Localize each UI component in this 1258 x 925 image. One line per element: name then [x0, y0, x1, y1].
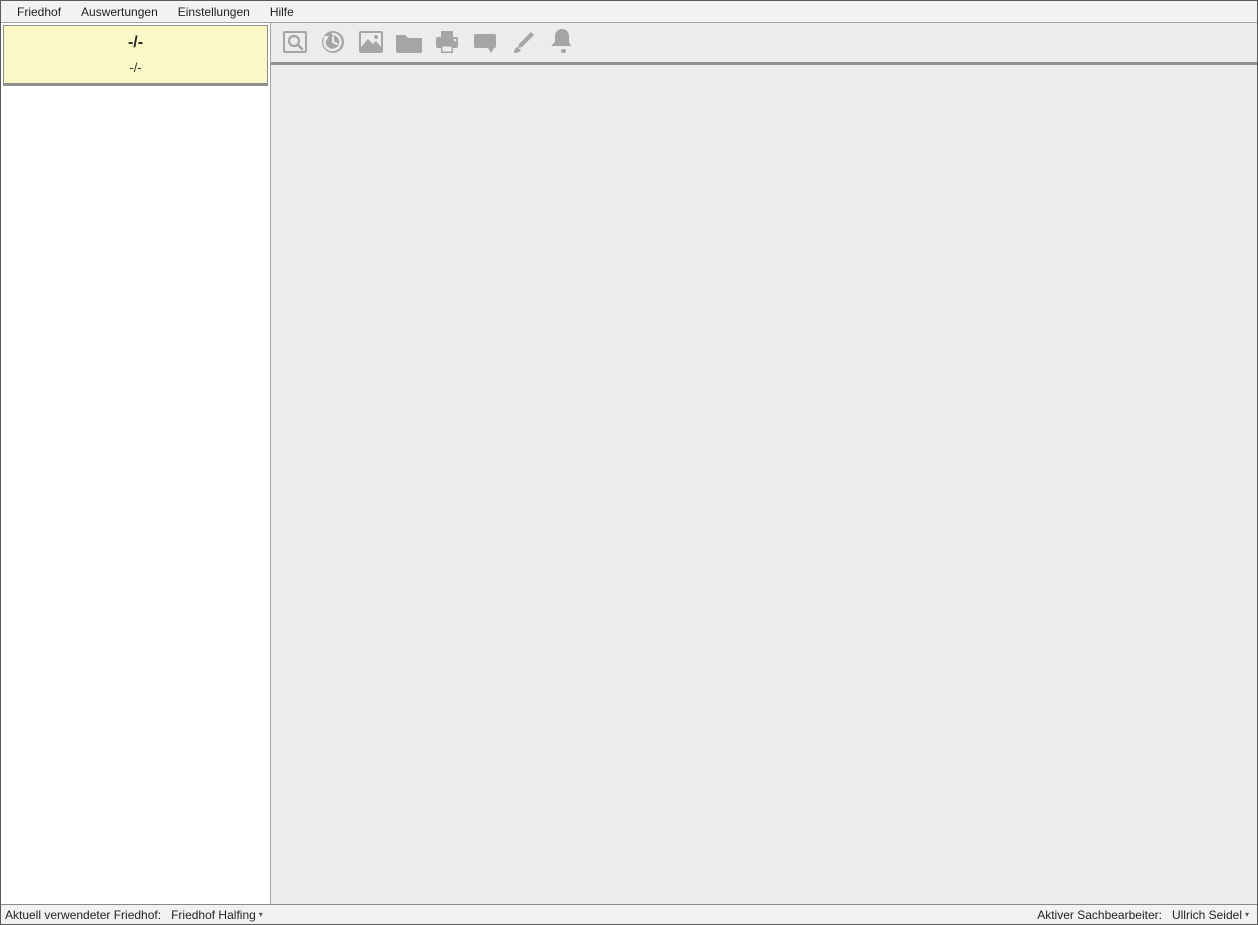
menu-bar: Friedhof Auswertungen Einstellungen Hilf… [1, 1, 1257, 23]
bell-icon [547, 29, 575, 55]
image-icon [357, 29, 385, 55]
toolbar-tag[interactable] [469, 27, 501, 57]
brush-icon [509, 29, 537, 55]
app-window: Friedhof Auswertungen Einstellungen Hilf… [0, 0, 1258, 925]
toolbar-refresh[interactable] [317, 27, 349, 57]
toolbar-folder[interactable] [393, 27, 425, 57]
status-bar: Aktuell verwendeter Friedhof: Friedhof H… [1, 904, 1257, 924]
status-friedhof-value: Friedhof Halfing [171, 908, 256, 922]
status-right: Aktiver Sachbearbeiter: Ullrich Seidel ▾ [1037, 908, 1253, 922]
main-body: -/- -/- [1, 23, 1257, 904]
refresh-clock-icon [319, 29, 347, 55]
status-friedhof-label: Aktuell verwendeter Friedhof: [5, 908, 161, 922]
info-card-line1: -/- [4, 34, 267, 52]
folder-icon [394, 29, 424, 55]
toolbar-zoom-image[interactable] [279, 27, 311, 57]
toolbar [271, 23, 1257, 65]
toolbar-brush[interactable] [507, 27, 539, 57]
menu-einstellungen[interactable]: Einstellungen [168, 2, 260, 22]
print-icon [433, 29, 461, 55]
tag-icon [471, 29, 499, 55]
right-panel [271, 23, 1257, 904]
item-list[interactable] [3, 84, 268, 904]
status-friedhof-dropdown[interactable]: Friedhof Halfing ▾ [167, 908, 267, 922]
zoom-image-icon [281, 29, 309, 55]
content-area [271, 65, 1257, 904]
toolbar-print[interactable] [431, 27, 463, 57]
toolbar-bell[interactable] [545, 27, 577, 57]
status-left: Aktuell verwendeter Friedhof: Friedhof H… [5, 908, 267, 922]
status-user-label: Aktiver Sachbearbeiter: [1037, 908, 1162, 922]
toolbar-image[interactable] [355, 27, 387, 57]
left-panel: -/- -/- [1, 23, 271, 904]
status-user-value: Ullrich Seidel [1172, 908, 1242, 922]
info-card: -/- -/- [3, 25, 268, 84]
menu-hilfe[interactable]: Hilfe [260, 2, 304, 22]
status-user-dropdown[interactable]: Ullrich Seidel ▾ [1168, 908, 1253, 922]
info-card-line2: -/- [4, 60, 267, 75]
chevron-down-icon: ▾ [259, 911, 263, 919]
menu-auswertungen[interactable]: Auswertungen [71, 2, 168, 22]
menu-friedhof[interactable]: Friedhof [7, 2, 71, 22]
chevron-down-icon: ▾ [1245, 911, 1249, 919]
